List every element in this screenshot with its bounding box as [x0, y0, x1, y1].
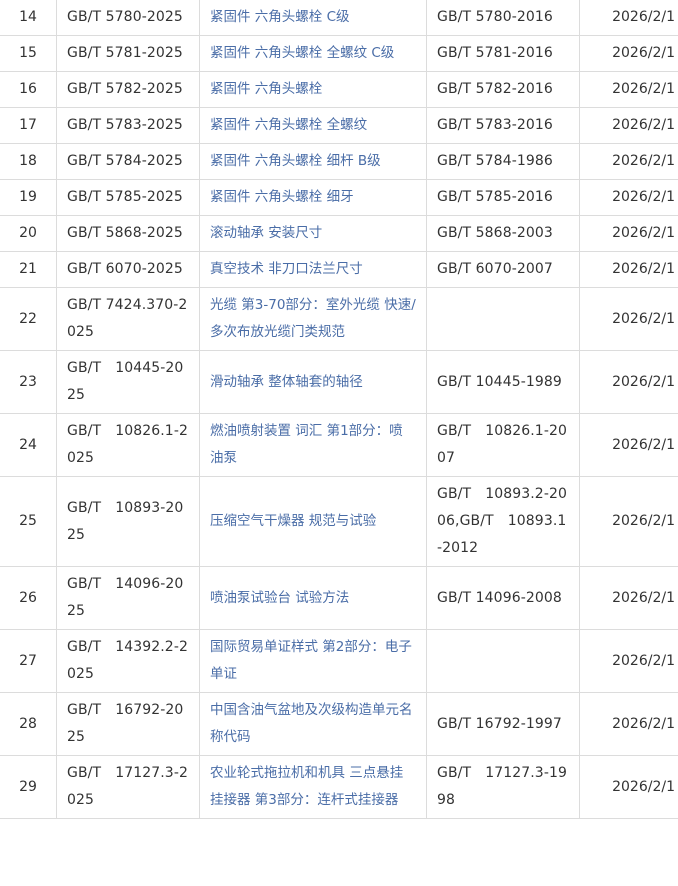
standard-name: 真空技术 非刀口法兰尺寸: [199, 251, 427, 288]
standard-code: GB/T 5780-2025: [56, 0, 200, 36]
effective-date: 2026/2/1: [579, 287, 678, 351]
row-number: 27: [0, 629, 57, 693]
table-row: 22 GB/T 7424.370-2025 光缆 第3-70部分：室外光缆 快速/多…: [0, 287, 678, 351]
table-row: 17 GB/T 5783-2025 紧固件 六角头螺栓 全螺纹 GB/T 5783-2…: [0, 107, 678, 144]
row-number: 14: [0, 0, 57, 36]
replaced-standard: GB/T 5781-2016: [426, 35, 580, 72]
table-row: 23 GB/T 10445-2025 滑动轴承 整体轴套的轴径 GB/T 10445-…: [0, 350, 678, 414]
standard-name: 光缆 第3-70部分：室外光缆 快速/多次布放光缆门类规范: [199, 287, 427, 351]
effective-date: 2026/2/1: [579, 476, 678, 567]
table-row: 19 GB/T 5785-2025 紧固件 六角头螺栓 细牙 GB/T 5785-20…: [0, 179, 678, 216]
table-row: 14 GB/T 5780-2025 紧固件 六角头螺栓 C级 GB/T 5780-20…: [0, 0, 678, 36]
replaced-standard: GB/T 14096-2008: [426, 566, 580, 630]
effective-date: 2026/2/1: [579, 350, 678, 414]
table-row: 25 GB/T 10893-2025 压缩空气干燥器 规范与试验 GB/T 10893…: [0, 476, 678, 567]
effective-date: 2026/2/1: [579, 692, 678, 756]
row-number: 22: [0, 287, 57, 351]
replaced-standard: GB/T 5783-2016: [426, 107, 580, 144]
table-row: 15 GB/T 5781-2025 紧固件 六角头螺栓 全螺纹 C级 GB/T 578…: [0, 35, 678, 72]
standard-code: GB/T 5785-2025: [56, 179, 200, 216]
standard-name: 紧固件 六角头螺栓 全螺纹: [199, 107, 427, 144]
standard-code: GB/T 17127.3-2025: [56, 755, 200, 819]
replaced-standard: [426, 287, 580, 351]
table-row: 29 GB/T 17127.3-2025 农业轮式拖拉机和机具 三点悬挂挂接器 第3…: [0, 755, 678, 819]
standard-name: 中国含油气盆地及次级构造单元名称代码: [199, 692, 427, 756]
replaced-standard: [426, 629, 580, 693]
standard-code: GB/T 5782-2025: [56, 71, 200, 108]
standard-code: GB/T 5783-2025: [56, 107, 200, 144]
standard-code: GB/T 16792-2025: [56, 692, 200, 756]
effective-date: 2026/2/1: [579, 215, 678, 252]
standard-name: 国际贸易单证样式 第2部分：电子单证: [199, 629, 427, 693]
table-row: 27 GB/T 14392.2-2025 国际贸易单证样式 第2部分：电子单证 202…: [0, 629, 678, 693]
effective-date: 2026/2/1: [579, 629, 678, 693]
replaced-standard: GB/T 5785-2016: [426, 179, 580, 216]
standard-code: GB/T 14392.2-2025: [56, 629, 200, 693]
row-number: 23: [0, 350, 57, 414]
standard-name: 紧固件 六角头螺栓 C级: [199, 0, 427, 36]
standard-name: 压缩空气干燥器 规范与试验: [199, 476, 427, 567]
row-number: 16: [0, 71, 57, 108]
standard-name: 喷油泵试验台 试验方法: [199, 566, 427, 630]
row-number: 24: [0, 413, 57, 477]
effective-date: 2026/2/1: [579, 566, 678, 630]
table-row: 16 GB/T 5782-2025 紧固件 六角头螺栓 GB/T 5782-2016 2…: [0, 71, 678, 108]
standard-code: GB/T 10893-2025: [56, 476, 200, 567]
standard-code: GB/T 5781-2025: [56, 35, 200, 72]
row-number: 15: [0, 35, 57, 72]
effective-date: 2026/2/1: [579, 251, 678, 288]
replaced-standard: GB/T 5784-1986: [426, 143, 580, 180]
row-number: 20: [0, 215, 57, 252]
replaced-standard: GB/T 5780-2016: [426, 0, 580, 36]
row-number: 21: [0, 251, 57, 288]
standard-code: GB/T 5868-2025: [56, 215, 200, 252]
row-number: 19: [0, 179, 57, 216]
replaced-standard: GB/T 5782-2016: [426, 71, 580, 108]
effective-date: 2026/2/1: [579, 179, 678, 216]
standard-code: GB/T 5784-2025: [56, 143, 200, 180]
row-number: 29: [0, 755, 57, 819]
replaced-standard: GB/T 10826.1-2007: [426, 413, 580, 477]
replaced-standard: GB/T 10893.2-2006,GB/T 10893.1-2012: [426, 476, 580, 567]
standards-table-body: 14 GB/T 5780-2025 紧固件 六角头螺栓 C级 GB/T 5780-20…: [0, 0, 678, 819]
effective-date: 2026/2/1: [579, 755, 678, 819]
effective-date: 2026/2/1: [579, 413, 678, 477]
replaced-standard: GB/T 10445-1989: [426, 350, 580, 414]
standard-name: 燃油喷射装置 词汇 第1部分：喷油泵: [199, 413, 427, 477]
table-row: 26 GB/T 14096-2025 喷油泵试验台 试验方法 GB/T 14096-2…: [0, 566, 678, 630]
effective-date: 2026/2/1: [579, 71, 678, 108]
table-row: 18 GB/T 5784-2025 紧固件 六角头螺栓 细杆 B级 GB/T 5784…: [0, 143, 678, 180]
standard-code: GB/T 7424.370-2025: [56, 287, 200, 351]
row-number: 28: [0, 692, 57, 756]
table-row: 21 GB/T 6070-2025 真空技术 非刀口法兰尺寸 GB/T 6070-20…: [0, 251, 678, 288]
standard-name: 滑动轴承 整体轴套的轴径: [199, 350, 427, 414]
standard-code: GB/T 14096-2025: [56, 566, 200, 630]
standards-table: 14 GB/T 5780-2025 紧固件 六角头螺栓 C级 GB/T 5780-20…: [0, 0, 678, 819]
effective-date: 2026/2/1: [579, 0, 678, 36]
replaced-standard: GB/T 5868-2003: [426, 215, 580, 252]
standard-name: 紧固件 六角头螺栓 全螺纹 C级: [199, 35, 427, 72]
table-row: 28 GB/T 16792-2025 中国含油气盆地及次级构造单元名称代码 GB/T …: [0, 692, 678, 756]
standard-name: 紧固件 六角头螺栓 细杆 B级: [199, 143, 427, 180]
table-row: 20 GB/T 5868-2025 滚动轴承 安装尺寸 GB/T 5868-2003 2…: [0, 215, 678, 252]
row-number: 25: [0, 476, 57, 567]
standard-name: 滚动轴承 安装尺寸: [199, 215, 427, 252]
standard-name: 农业轮式拖拉机和机具 三点悬挂挂接器 第3部分：连杆式挂接器: [199, 755, 427, 819]
effective-date: 2026/2/1: [579, 107, 678, 144]
replaced-standard: GB/T 6070-2007: [426, 251, 580, 288]
standard-name: 紧固件 六角头螺栓 细牙: [199, 179, 427, 216]
replaced-standard: GB/T 16792-1997: [426, 692, 580, 756]
row-number: 18: [0, 143, 57, 180]
standard-code: GB/T 10826.1-2025: [56, 413, 200, 477]
table-row: 24 GB/T 10826.1-2025 燃油喷射装置 词汇 第1部分：喷油泵 GB/…: [0, 413, 678, 477]
row-number: 17: [0, 107, 57, 144]
row-number: 26: [0, 566, 57, 630]
standard-code: GB/T 10445-2025: [56, 350, 200, 414]
standard-name: 紧固件 六角头螺栓: [199, 71, 427, 108]
effective-date: 2026/2/1: [579, 35, 678, 72]
replaced-standard: GB/T 17127.3-1998: [426, 755, 580, 819]
standard-code: GB/T 6070-2025: [56, 251, 200, 288]
effective-date: 2026/2/1: [579, 143, 678, 180]
